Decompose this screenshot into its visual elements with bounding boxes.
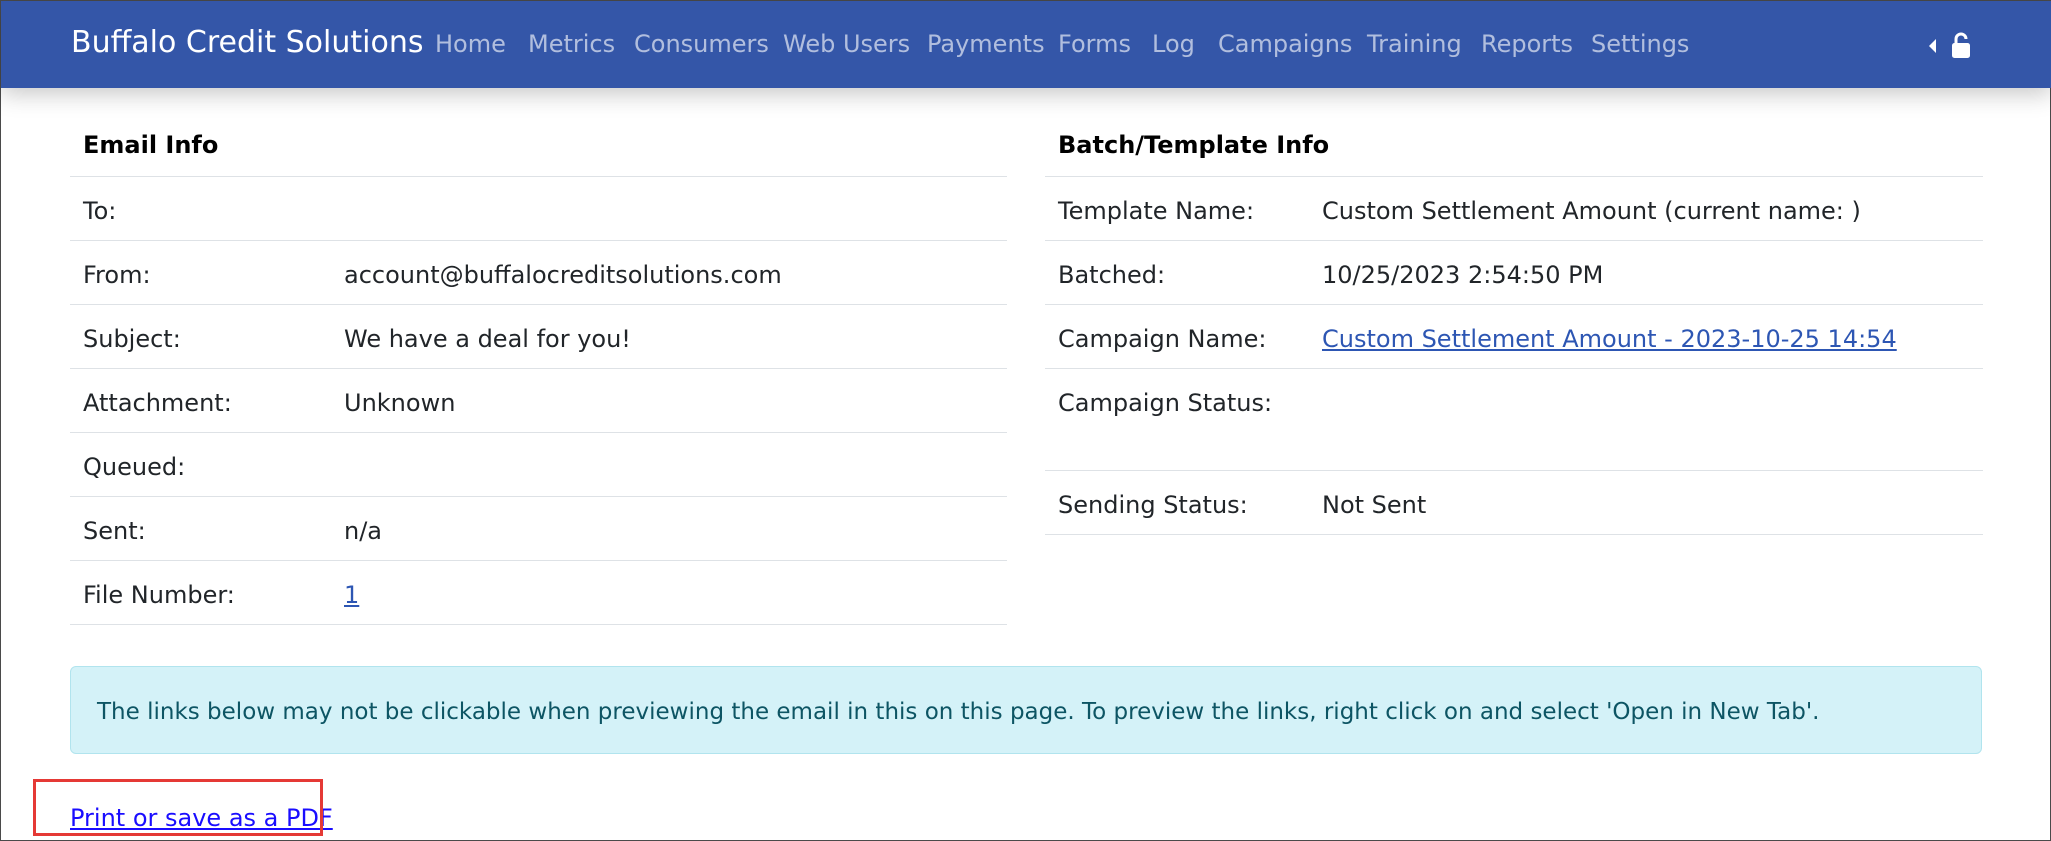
sent-value: n/a: [344, 517, 383, 545]
attachment-label: Attachment:: [83, 389, 232, 417]
campaign-name-label: Campaign Name:: [1058, 325, 1267, 353]
from-label: From:: [83, 261, 151, 289]
campaign-name-link[interactable]: Custom Settlement Amount - 2023-10-25 14…: [1322, 325, 1897, 353]
highlight-box: [33, 779, 323, 836]
template-name-value: Custom Settlement Amount (current name: …: [1322, 197, 1861, 225]
batch-info-title: Batch/Template Info: [1058, 131, 1330, 159]
to-label: To:: [83, 197, 117, 225]
file-number-label: File Number:: [83, 581, 235, 609]
nav-home[interactable]: Home: [435, 30, 506, 58]
divider: [1045, 304, 1983, 305]
divider: [70, 496, 1007, 497]
divider: [70, 560, 1007, 561]
sending-status-label: Sending Status:: [1058, 491, 1248, 519]
caret-left-icon[interactable]: [1929, 39, 1936, 53]
divider: [70, 240, 1007, 241]
nav-training[interactable]: Training: [1367, 30, 1462, 58]
nav-web-users[interactable]: Web Users: [783, 30, 910, 58]
lock-icon[interactable]: [1951, 31, 1971, 59]
queued-label: Queued:: [83, 453, 186, 481]
template-name-label: Template Name:: [1058, 197, 1255, 225]
sending-status-value: Not Sent: [1322, 491, 1427, 519]
file-number-link[interactable]: 1: [344, 581, 359, 609]
divider: [1045, 470, 1983, 471]
divider: [1045, 368, 1983, 369]
info-alert: The links below may not be clickable whe…: [70, 666, 1982, 754]
divider: [70, 176, 1007, 177]
divider: [70, 432, 1007, 433]
batched-value: 10/25/2023 2:54:50 PM: [1322, 261, 1604, 289]
sent-label: Sent:: [83, 517, 146, 545]
batched-label: Batched:: [1058, 261, 1166, 289]
nav-log[interactable]: Log: [1152, 30, 1195, 58]
nav-settings[interactable]: Settings: [1591, 30, 1689, 58]
brand-title[interactable]: Buffalo Credit Solutions: [71, 25, 423, 60]
divider: [70, 624, 1007, 625]
nav-reports[interactable]: Reports: [1481, 30, 1573, 58]
divider: [1045, 240, 1983, 241]
subject-value: We have a deal for you!: [344, 325, 631, 353]
nav-payments[interactable]: Payments: [927, 30, 1045, 58]
attachment-value: Unknown: [344, 389, 456, 417]
divider: [1045, 176, 1983, 177]
subject-label: Subject:: [83, 325, 181, 353]
campaign-status-label: Campaign Status:: [1058, 389, 1273, 417]
divider: [70, 368, 1007, 369]
email-info-title: Email Info: [83, 131, 219, 159]
divider: [1045, 534, 1983, 535]
nav-consumers[interactable]: Consumers: [634, 30, 769, 58]
top-navbar: Buffalo Credit Solutions Home Metrics Co…: [1, 1, 2051, 88]
divider: [70, 304, 1007, 305]
nav-metrics[interactable]: Metrics: [528, 30, 615, 58]
nav-campaigns[interactable]: Campaigns: [1218, 30, 1352, 58]
from-value: account@buffalocreditsolutions.com: [344, 261, 782, 289]
info-alert-text: The links below may not be clickable whe…: [97, 699, 1820, 725]
nav-forms[interactable]: Forms: [1058, 30, 1131, 58]
